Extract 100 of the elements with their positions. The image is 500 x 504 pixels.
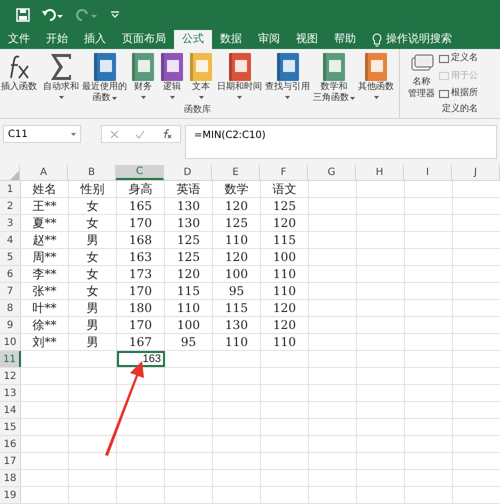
caret-icon xyxy=(170,96,174,99)
ribbon-button[interactable]: 财务 xyxy=(129,52,157,99)
table-cell-text: 168 xyxy=(129,232,152,249)
name-box[interactable]: C11 xyxy=(3,125,81,143)
column-header[interactable]: E xyxy=(212,165,260,180)
table-cell-text: 男 xyxy=(86,232,98,249)
column-header[interactable]: H xyxy=(356,165,404,180)
row-header[interactable]: 12 xyxy=(0,368,21,384)
table-cell-text: 115 xyxy=(273,232,296,249)
table-cell-text: 女 xyxy=(86,266,98,283)
ribbon-button[interactable]: 插入函数 xyxy=(0,52,38,93)
table-cell-text: 165 xyxy=(129,198,152,215)
row-header[interactable]: 10 xyxy=(0,334,21,350)
table-cell-text: 130 xyxy=(225,317,248,334)
sigma-icon xyxy=(48,52,74,82)
ribbon-button[interactable]: 最近使用的 函数 xyxy=(81,52,128,104)
customize-icon[interactable] xyxy=(110,11,120,19)
ribbon-command[interactable]: 根据所 xyxy=(439,87,478,100)
table-cell-text: 163 xyxy=(129,249,152,266)
ribbon-button[interactable]: 逻辑 xyxy=(158,52,186,99)
column-header[interactable]: C xyxy=(116,165,164,180)
name-manager-button[interactable]: 名称 管理器 xyxy=(408,52,435,100)
table-cell-text: 110 xyxy=(225,232,248,249)
table-cell-text: 100 xyxy=(273,249,296,266)
ribbon-tab[interactable]: 帮助 xyxy=(326,30,364,49)
insert-function-icon[interactable] xyxy=(162,129,172,139)
table-cell-text: 125 xyxy=(225,215,248,232)
ribbon-tab[interactable]: 公式 xyxy=(174,30,212,49)
cancel-icon[interactable] xyxy=(110,130,120,138)
ribbon-tab[interactable]: 插入 xyxy=(76,30,114,49)
active-cell[interactable]: 163 xyxy=(117,351,165,367)
table-cell-text: 180 xyxy=(129,300,152,317)
table-cell-text: 130 xyxy=(177,215,200,232)
table-cell-text: 夏** xyxy=(32,215,56,232)
column-header[interactable]: G xyxy=(308,165,356,180)
ribbon-button[interactable]: 其他函数 xyxy=(357,52,395,99)
table-cell-text: 125 xyxy=(273,198,296,215)
row-header[interactable]: 8 xyxy=(0,300,21,316)
lightbulb-icon xyxy=(372,32,382,46)
ribbon-tab[interactable]: 视图 xyxy=(288,30,326,49)
table-cell-text: 95 xyxy=(228,283,244,300)
row-header[interactable]: 3 xyxy=(0,215,21,231)
column-header[interactable]: F xyxy=(260,165,308,180)
row-header[interactable]: 13 xyxy=(0,385,21,401)
table-cell-text: 周** xyxy=(32,249,56,266)
table-cell-text: 语文 xyxy=(272,181,296,198)
table-cell-text: 数学 xyxy=(224,181,248,198)
ribbon-tab[interactable]: 开始 xyxy=(38,30,76,49)
table-cell-text: 170 xyxy=(129,317,152,334)
row-header[interactable]: 4 xyxy=(0,232,21,248)
table-cell-text: 男 xyxy=(86,300,98,317)
tell-me-search[interactable]: 操作说明搜索 xyxy=(386,31,452,48)
ribbon-command[interactable]: 定义名 xyxy=(439,52,478,66)
row-header[interactable]: 7 xyxy=(0,283,21,299)
ribbon-tab[interactable]: 文件 xyxy=(0,30,38,49)
caret-icon xyxy=(285,96,290,99)
table-cell-text: 125 xyxy=(177,232,200,249)
save-icon[interactable] xyxy=(16,8,30,22)
formula-field[interactable]: =MIN(C2:C10) xyxy=(185,125,497,159)
row-header[interactable]: 15 xyxy=(0,419,21,435)
group-label: 函数库 xyxy=(184,104,211,117)
table-cell-text: 男 xyxy=(86,334,98,351)
ribbon-tab[interactable]: 页面布局 xyxy=(114,30,174,49)
caret-icon[interactable] xyxy=(71,132,76,136)
table-cell-text: 120 xyxy=(177,266,200,283)
ribbon-button[interactable]: 文本 xyxy=(187,52,215,99)
column-header[interactable]: J xyxy=(452,165,500,180)
row-header[interactable]: 11 xyxy=(0,351,21,367)
table-cell-text: 100 xyxy=(177,317,200,334)
row-header[interactable]: 9 xyxy=(0,317,21,333)
table-cell-text: 120 xyxy=(273,300,296,317)
undo-icon[interactable] xyxy=(42,8,64,22)
table-cell-text: 115 xyxy=(177,283,200,300)
ribbon-button[interactable]: 查找与引用 xyxy=(264,52,311,99)
table-cell-text: 女 xyxy=(86,198,98,215)
ribbon-tab[interactable]: 数据 xyxy=(212,30,250,49)
row-header[interactable]: 16 xyxy=(0,436,21,452)
column-header[interactable]: D xyxy=(164,165,212,180)
table-cell-text: 130 xyxy=(177,198,200,215)
ribbon-button[interactable]: 数学和 三角函数 xyxy=(312,52,356,104)
row-header[interactable]: 1 xyxy=(0,181,21,197)
caret-icon xyxy=(350,97,355,100)
row-header[interactable]: 17 xyxy=(0,453,21,469)
check-icon[interactable] xyxy=(135,130,146,138)
row-header[interactable]: 14 xyxy=(0,402,21,418)
table-cell-text: 身高 xyxy=(128,181,152,198)
row-header[interactable]: 6 xyxy=(0,266,21,282)
ribbon-button[interactable]: 日期和时间 xyxy=(216,52,263,99)
row-header[interactable]: 2 xyxy=(0,198,21,214)
ribbon-button[interactable]: 自动求和 xyxy=(42,52,80,99)
row-header[interactable]: 19 xyxy=(0,487,21,503)
row-header[interactable]: 5 xyxy=(0,249,21,265)
table-cell-text: 173 xyxy=(129,266,152,283)
ribbon-tab[interactable]: 审阅 xyxy=(250,30,288,49)
column-header[interactable]: I xyxy=(404,165,452,180)
column-header[interactable]: A xyxy=(20,165,68,180)
table-cell-text: 性别 xyxy=(80,181,104,198)
table-cell-text: 110 xyxy=(273,266,296,283)
table-cell-text: 英语 xyxy=(176,181,200,198)
row-header[interactable]: 18 xyxy=(0,470,21,486)
